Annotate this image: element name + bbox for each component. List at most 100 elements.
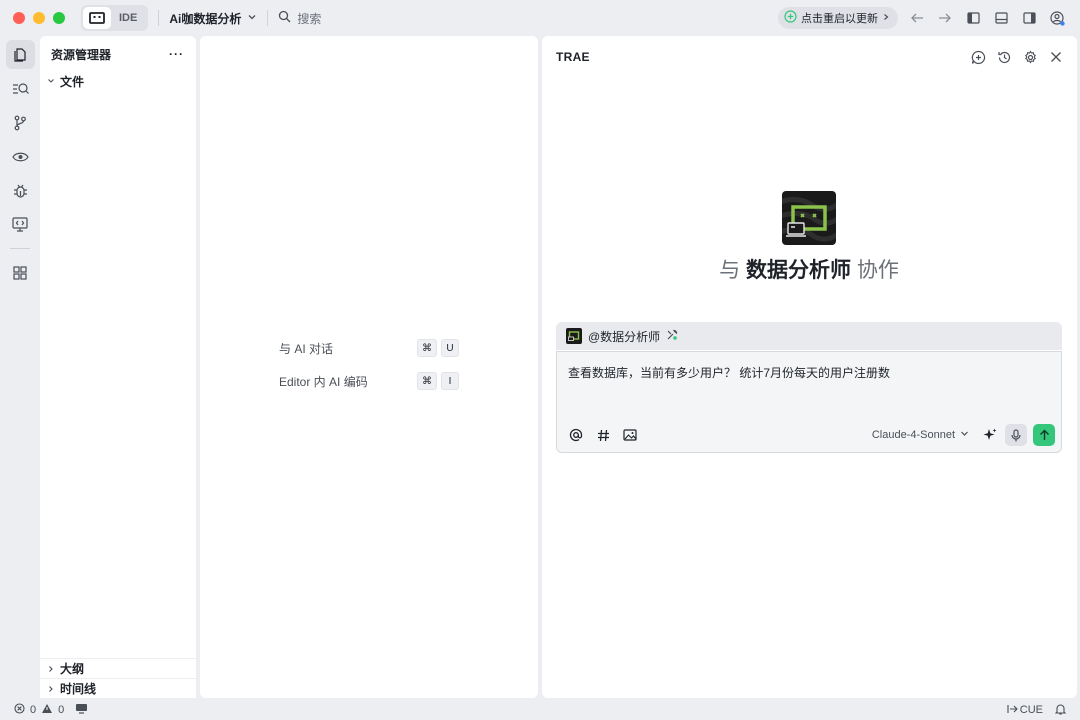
data-analyst-agent-logo-icon bbox=[782, 191, 836, 245]
input-toolbar bbox=[567, 426, 639, 444]
explorer-header: 资源管理器 ··· bbox=[40, 36, 196, 72]
timeline-label: 时间线 bbox=[60, 682, 97, 696]
search-box[interactable]: 搜索 bbox=[278, 10, 321, 27]
warning-count: 0 bbox=[58, 704, 65, 716]
settings-gear-icon[interactable] bbox=[1021, 48, 1039, 66]
letter-key: I bbox=[441, 372, 459, 390]
command-key: ⌘ bbox=[417, 372, 437, 390]
explorer-bottom-sections: 大纲 时间线 bbox=[40, 658, 196, 698]
minimize-window-button[interactable] bbox=[33, 12, 45, 24]
hero-heading: 与 数据分析师 协作 bbox=[542, 254, 1076, 284]
update-label: 点击重启以更新 bbox=[801, 13, 878, 25]
microphone-icon[interactable] bbox=[1005, 424, 1027, 446]
account-icon[interactable] bbox=[1048, 9, 1066, 27]
shortcut-label: 与 AI 对话 bbox=[279, 341, 334, 356]
input-actions: Claude-4-Sonnet bbox=[872, 424, 1055, 446]
agent-mention: @数据分析师 bbox=[588, 329, 661, 344]
folder-label: 文件 bbox=[60, 74, 85, 89]
shortcut-keys: ⌘ U bbox=[417, 339, 459, 357]
toggle-right-panel-icon[interactable] bbox=[1020, 9, 1038, 27]
chat-header: TRAE bbox=[542, 36, 1077, 78]
toggle-left-panel-icon[interactable] bbox=[964, 9, 982, 27]
more-options-icon[interactable]: ··· bbox=[169, 47, 184, 61]
status-bar: 0 0 CUE bbox=[0, 700, 1080, 720]
ide-mode-toggle[interactable]: IDE bbox=[81, 5, 149, 31]
activity-bar bbox=[0, 36, 40, 700]
editor-area: 与 AI 对话 ⌘ U Editor 内 AI 编码 ⌘ I bbox=[200, 36, 538, 698]
cue-indicator[interactable]: CUE bbox=[1007, 704, 1043, 717]
search-activity-icon[interactable] bbox=[6, 74, 35, 103]
chat-title: TRAE bbox=[556, 50, 590, 64]
ide-mode-label: IDE bbox=[119, 12, 138, 24]
cue-label: CUE bbox=[1019, 704, 1043, 716]
hero-prefix: 与 bbox=[719, 259, 741, 282]
chevron-right-icon bbox=[882, 12, 890, 24]
shortcut-keys: ⌘ I bbox=[417, 372, 459, 390]
forward-arrow-icon[interactable] bbox=[936, 9, 954, 27]
divider bbox=[10, 248, 30, 249]
image-upload-icon[interactable] bbox=[621, 426, 639, 444]
title-bar: IDE Ai咖数据分析 搜索 点击重启以更新 bbox=[0, 0, 1080, 36]
shortcut-inline-ai-coding: Editor 内 AI 编码 ⌘ I bbox=[279, 372, 459, 390]
remote-status-icon[interactable] bbox=[75, 703, 88, 717]
extensions-grid-icon[interactable] bbox=[6, 258, 35, 287]
status-right: CUE bbox=[1007, 703, 1067, 718]
chevron-down-icon bbox=[247, 11, 257, 25]
search-icon bbox=[278, 10, 291, 26]
back-arrow-icon[interactable] bbox=[908, 9, 926, 27]
project-switcher[interactable]: Ai咖数据分析 bbox=[169, 10, 257, 27]
history-icon[interactable] bbox=[995, 48, 1013, 66]
titlebar-tools: 点击重启以更新 bbox=[778, 7, 1066, 29]
model-selector[interactable]: Claude-4-Sonnet bbox=[872, 429, 969, 441]
send-button[interactable] bbox=[1033, 424, 1055, 446]
chevron-down-icon bbox=[960, 429, 969, 441]
toggle-bottom-panel-icon[interactable] bbox=[992, 9, 1010, 27]
hash-context-icon[interactable] bbox=[594, 426, 612, 444]
selected-agent-bar[interactable]: @数据分析师 bbox=[556, 322, 1062, 350]
warning-icon bbox=[41, 703, 53, 717]
source-control-icon[interactable] bbox=[6, 108, 35, 137]
ai-chat-panel: TRAE 与 数据分析师 协作 @数据分析师 查看数据库，当前有多少用户？ 统计… bbox=[542, 36, 1077, 698]
folder-files[interactable]: 文件 bbox=[40, 71, 196, 91]
debug-bug-icon[interactable] bbox=[6, 176, 35, 205]
chat-header-tools bbox=[969, 48, 1065, 66]
preview-eye-icon[interactable] bbox=[6, 142, 35, 171]
chat-input-box[interactable]: 查看数据库，当前有多少用户？ 统计7月份每天的用户注册数 Claude-4-So… bbox=[556, 351, 1062, 453]
restart-update-button[interactable]: 点击重启以更新 bbox=[778, 7, 898, 29]
explorer-panel: 资源管理器 ··· 文件 大纲 时间线 bbox=[40, 36, 196, 698]
plus-circle-icon bbox=[784, 10, 797, 26]
shortcut-chat-with-ai: 与 AI 对话 ⌘ U bbox=[279, 339, 459, 357]
letter-key: U bbox=[441, 339, 459, 357]
trae-logo-icon bbox=[83, 7, 111, 29]
chevron-right-icon bbox=[46, 665, 56, 673]
hero-agent-name: 数据分析师 bbox=[746, 259, 851, 282]
tools-icon bbox=[666, 329, 678, 344]
mention-at-icon[interactable] bbox=[567, 426, 585, 444]
maximize-window-button[interactable] bbox=[53, 12, 65, 24]
model-name: Claude-4-Sonnet bbox=[871, 429, 955, 441]
new-chat-icon[interactable] bbox=[969, 48, 987, 66]
close-window-button[interactable] bbox=[13, 12, 25, 24]
agent-logo-icon bbox=[566, 328, 582, 344]
close-icon[interactable] bbox=[1047, 48, 1065, 66]
explorer-title: 资源管理器 bbox=[51, 47, 112, 62]
divider bbox=[158, 10, 160, 26]
cue-icon bbox=[1007, 704, 1018, 717]
timeline-section[interactable]: 时间线 bbox=[40, 678, 196, 698]
sparkle-enhance-icon[interactable] bbox=[981, 426, 999, 444]
problems-indicator[interactable]: 0 0 bbox=[14, 703, 88, 717]
outline-section[interactable]: 大纲 bbox=[40, 658, 196, 678]
explorer-activity-icon[interactable] bbox=[5, 40, 35, 69]
window-controls bbox=[13, 12, 65, 24]
chat-input-text[interactable]: 查看数据库，当前有多少用户？ 统计7月份每天的用户注册数 bbox=[568, 364, 890, 381]
error-count: 0 bbox=[30, 704, 37, 716]
shortcut-label: Editor 内 AI 编码 bbox=[279, 374, 368, 389]
chevron-right-icon bbox=[46, 685, 56, 693]
project-name: Ai咖数据分析 bbox=[169, 11, 242, 26]
remote-monitor-icon[interactable] bbox=[6, 210, 35, 239]
chevron-down-icon bbox=[46, 77, 56, 85]
outline-label: 大纲 bbox=[60, 662, 85, 676]
notifications-bell-icon[interactable] bbox=[1054, 703, 1067, 718]
command-key: ⌘ bbox=[417, 339, 437, 357]
hero-suffix: 协作 bbox=[856, 259, 899, 282]
